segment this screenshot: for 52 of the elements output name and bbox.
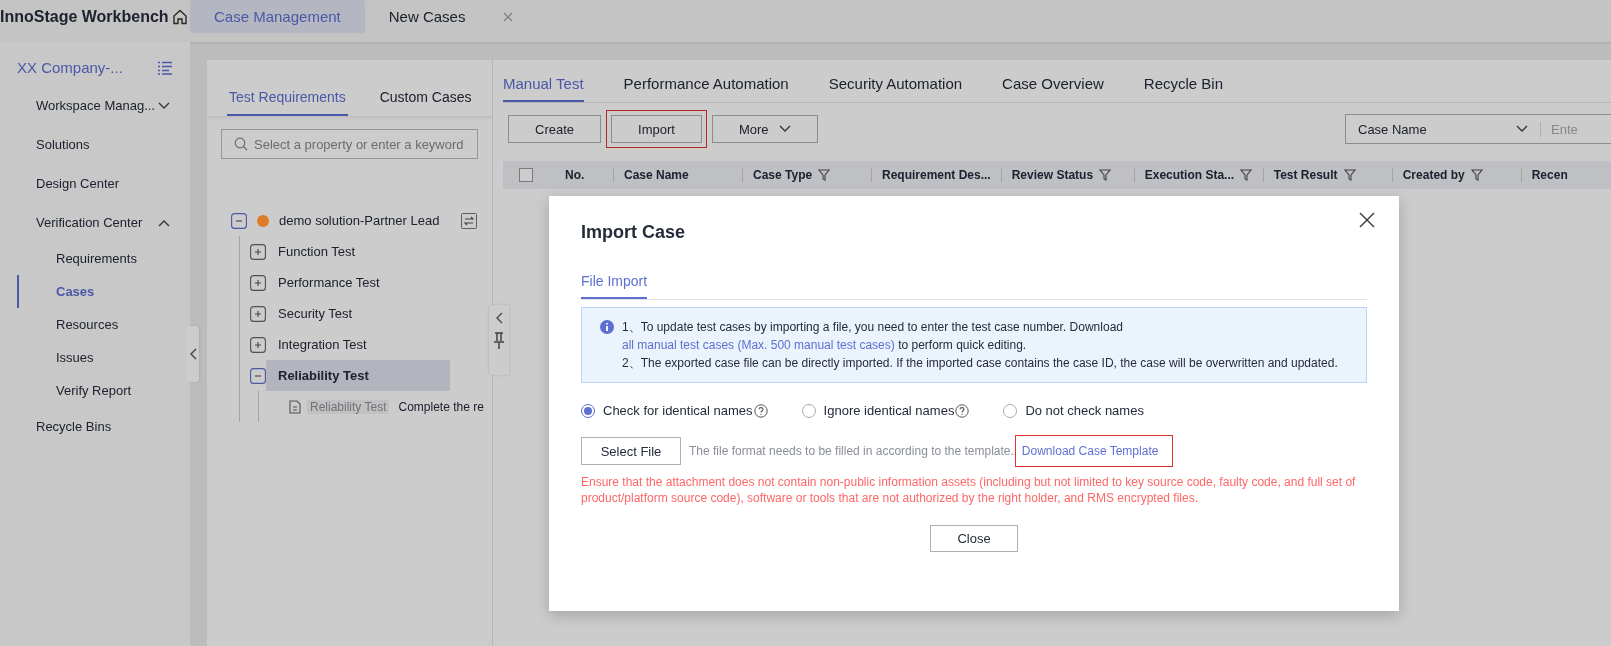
view-tab[interactable]: Recycle Bin [1143, 75, 1223, 102]
download-link[interactable]: all manual test cases (Max. 500 manual test cases) [622, 338, 895, 352]
sidebar-item[interactable]: Resources [17, 308, 190, 341]
toolbar-button[interactable]: Create [508, 115, 602, 143]
panel-tab[interactable]: Custom Cases [377, 89, 474, 116]
sidebar-item[interactable]: Design Center [0, 164, 190, 203]
tree-node[interactable]: Security Test [278, 298, 365, 329]
workspace-name[interactable]: XX Company-... [17, 59, 123, 76]
notice-text: 2、The exported case file can be directly imported. If the imported case contains the case ID, the case will be overwritten and updated. [622, 355, 1339, 372]
column-header: Case Name [613, 168, 742, 182]
view-tab[interactable]: Performance Automation [623, 75, 789, 102]
tree-node[interactable]: demo solution-Partner Lead [279, 205, 452, 236]
sidebar-item[interactable]: Cases [17, 275, 190, 308]
column-header: Test Result [1262, 168, 1392, 182]
app-title: InnoStage Workbench [0, 7, 169, 26]
view-tab[interactable]: Security Automation [828, 75, 963, 102]
column-header: Requirement Des... [871, 168, 1001, 182]
select-file-button[interactable]: Select File [581, 437, 681, 465]
column-header: Case Type [742, 168, 871, 182]
view-tab[interactable]: Manual Test [503, 75, 584, 102]
close-button[interactable]: Close [930, 525, 1018, 552]
column-header: Execution Sta... [1133, 168, 1263, 182]
tree-node[interactable]: Reliability Test [266, 360, 450, 391]
more-menu-button[interactable]: More [711, 115, 818, 143]
template-link[interactable]: Download Case Template [1015, 436, 1173, 466]
sidebar-item[interactable]: Recycle Bins [0, 407, 190, 446]
dialog-tab[interactable]: File Import [581, 273, 648, 299]
radio-option[interactable]: Ignore identical names [801, 403, 970, 418]
tree-node[interactable]: Performance Test [278, 267, 392, 298]
sidebar-item[interactable]: Issues [17, 341, 190, 374]
panel-tab[interactable]: Test Requirements [227, 89, 348, 116]
hint-text: The file format needs to be filled in according to the template. [689, 444, 1014, 458]
sidebar-item[interactable]: Verify Report [17, 374, 190, 407]
case-description: Complete the re [398, 399, 484, 414]
sidebar-item[interactable]: Workspace Manag... [0, 86, 190, 125]
view-tab[interactable]: Case Overview [1002, 75, 1104, 102]
field-select[interactable]: Case Name [1346, 121, 1541, 137]
sidebar-item[interactable]: Requirements [17, 242, 190, 275]
radio-option[interactable]: Do not check names [1003, 403, 1144, 418]
sidebar-item[interactable]: Solutions [0, 125, 190, 164]
notice-text: 1、To update test cases by importing a file, you need to enter the test case number. Download all manual test cases (Max. 500 manual test cases) to perform quick editing. [622, 319, 1124, 354]
dialog-title: Import Case [581, 222, 687, 243]
tree-node[interactable]: Integration Test [278, 329, 379, 360]
column-header: Review Status [1000, 168, 1134, 182]
column-header: Created by [1391, 168, 1521, 182]
sidebar-item[interactable]: Verification Center [0, 203, 190, 242]
column-header: No. [564, 168, 586, 182]
column-header: Recen [1520, 168, 1602, 182]
warning-text: Ensure that the attachment does not contain non-public information assets (including but not limited to key source code, faulty code, and full set of product/platform source code), software or tools that are not authorized by the right holder, and RMS encrypted files. [581, 474, 1357, 506]
radio-option[interactable]: Check for identical names [581, 403, 768, 418]
toolbar-button[interactable]: Import [611, 115, 702, 143]
tree-node[interactable]: Function Test [278, 236, 368, 267]
